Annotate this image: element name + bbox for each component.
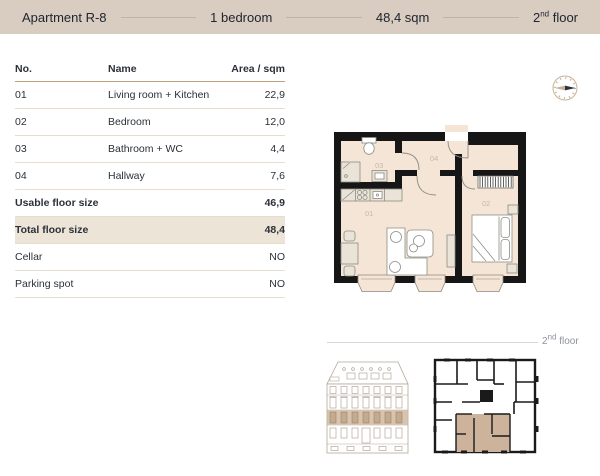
- table-row: 02 Bedroom 12,0: [15, 109, 285, 136]
- summary-label: Total floor size: [15, 224, 89, 236]
- chair: [343, 230, 356, 242]
- row-no: 02: [15, 116, 27, 128]
- pillow: [500, 239, 510, 260]
- stair-core: [480, 390, 493, 402]
- summary-value: 46,9: [264, 197, 285, 209]
- row-name: Living room + Kitchen: [108, 89, 210, 101]
- col-header-area: Area / sqm: [231, 63, 285, 75]
- table-row: 01 Living room + Kitchen 22,9: [15, 82, 285, 109]
- summary-label: Cellar: [15, 251, 43, 263]
- building-elevation: [326, 361, 409, 454]
- table-row: 03 Bathroom + WC 4,4: [15, 136, 285, 163]
- summary-label: Parking spot: [15, 278, 74, 290]
- summary-value: NO: [269, 251, 285, 263]
- row-name: Bedroom: [108, 116, 151, 128]
- total-floor-row: Total floor size 48,4: [15, 217, 285, 244]
- floor-indicator: 2nd floor: [532, 9, 579, 25]
- apartment-title: Apartment R-8: [22, 9, 107, 25]
- highlighted-apartment: [456, 414, 510, 452]
- header-divider: [286, 16, 362, 18]
- parking-row: Parking spot NO: [15, 271, 285, 298]
- row-no: 03: [15, 143, 27, 155]
- label-bathroom: 03: [375, 161, 383, 170]
- total-area: 48,4 sqm: [375, 9, 430, 25]
- usable-floor-row: Usable floor size 46,9: [15, 190, 285, 217]
- row-area: 4,4: [270, 143, 285, 155]
- floor-overview-plan: [433, 358, 539, 454]
- sofa-cushion: [389, 261, 401, 273]
- bedroom-count: 1 bedroom: [210, 9, 273, 25]
- summary-value: NO: [269, 278, 285, 290]
- nightstand: [507, 204, 519, 215]
- col-header-name: Name: [108, 63, 137, 75]
- footer-floor-label: 2nd floor: [542, 332, 579, 347]
- entrance-landing: [445, 125, 468, 132]
- nightstand: [506, 263, 518, 274]
- shelf: [446, 234, 456, 268]
- toilet-tank: [361, 137, 377, 144]
- row-area: 7,6: [270, 170, 285, 182]
- summary-value: 48,4: [264, 224, 285, 236]
- header-band: Apartment R-8 1 bedroom 48,4 sqm 2nd flo…: [0, 0, 600, 34]
- col-header-no: No.: [15, 63, 32, 75]
- kitchen-sink: [372, 191, 383, 199]
- footer-divider-line: [327, 342, 538, 343]
- apartment-datasheet: Apartment R-8 1 bedroom 48,4 sqm 2nd flo…: [0, 0, 600, 476]
- kitchen-counter: [340, 188, 403, 202]
- row-area: 22,9: [264, 89, 285, 101]
- row-no: 04: [15, 170, 27, 182]
- apartment-floorplan: 01 02 03 04: [334, 125, 526, 292]
- window-bays: [357, 274, 504, 292]
- label-living: 01: [365, 209, 373, 218]
- label-bedroom: 02: [482, 199, 490, 208]
- row-area: 12,0: [264, 116, 285, 128]
- header-divider: [120, 16, 197, 18]
- row-name: Bathroom + WC: [108, 143, 183, 155]
- highlighted-floor-windows: [329, 411, 403, 424]
- shower: [340, 161, 361, 183]
- label-hallway: 04: [430, 154, 438, 163]
- chair: [343, 265, 356, 277]
- dining-table: [340, 242, 359, 265]
- table-header-row: No. Name Area / sqm: [15, 57, 285, 82]
- cellar-row: Cellar NO: [15, 244, 285, 271]
- row-no: 01: [15, 89, 27, 101]
- header-divider: [443, 16, 519, 18]
- room-table: No. Name Area / sqm 01 Living room + Kit…: [15, 57, 285, 298]
- row-name: Hallway: [108, 170, 145, 182]
- pillow: [500, 217, 510, 238]
- compass-icon: [552, 75, 578, 101]
- table-row: 04 Hallway 7,6: [15, 163, 285, 190]
- entrance-door: [361, 427, 371, 444]
- sofa-cushion: [390, 231, 402, 243]
- toilet-bowl: [363, 142, 375, 155]
- summary-label: Usable floor size: [15, 197, 99, 209]
